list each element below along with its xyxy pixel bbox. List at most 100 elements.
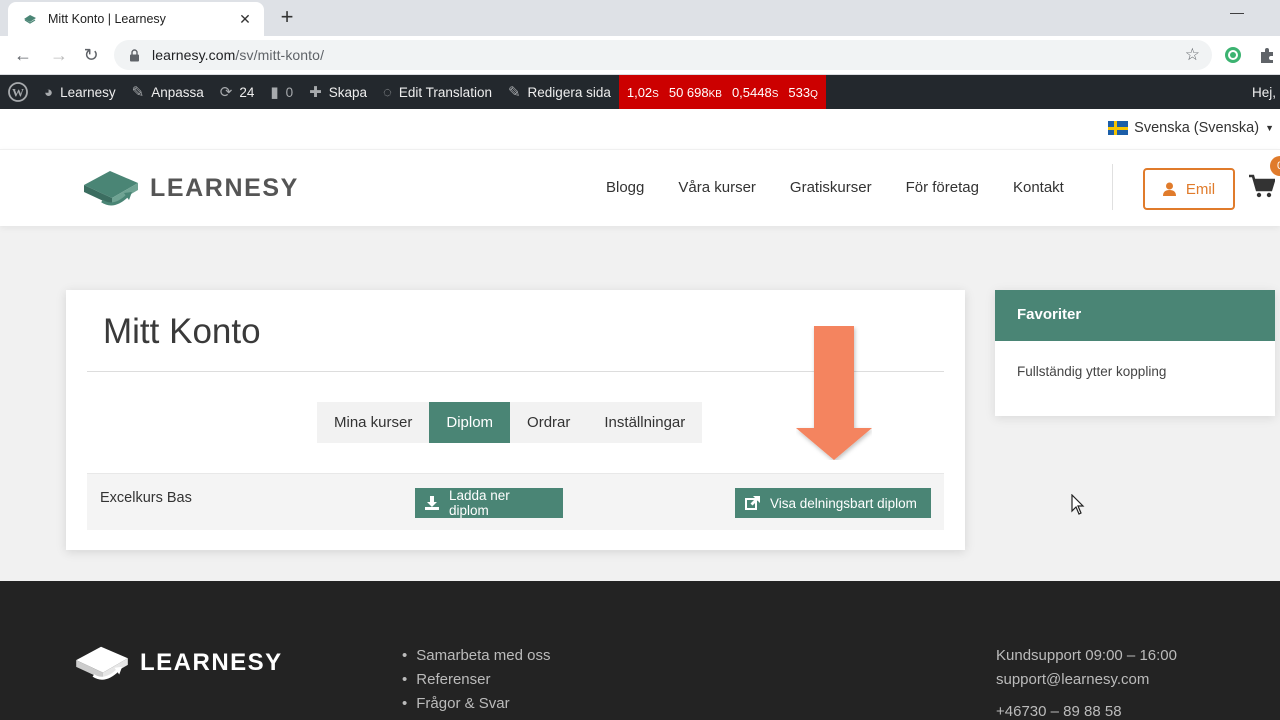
browser-toolbar: ← → ↻ learnesy.com/sv/mitt-konto/ ☆ [0,36,1280,75]
wordpress-logo-icon[interactable]: W [0,75,36,109]
ab-create[interactable]: ✚ Skapa [301,75,375,109]
tab-ordrar[interactable]: Ordrar [510,402,587,443]
download-diploma-button[interactable]: Ladda ner diplom [415,488,563,518]
annotation-arrow-down-icon [796,326,872,460]
user-account-button[interactable]: Emil [1143,168,1235,210]
updates-icon: ⟳ [219,84,233,101]
close-tab-icon[interactable]: ✕ [236,11,254,28]
ab-greeting[interactable]: Hej, [1252,75,1276,109]
cart-icon[interactable] [1249,174,1275,198]
footer-links: Samarbeta med oss Referenser Frågor & Sv… [402,644,551,716]
qm-queries-unit: Q [810,88,818,100]
qm-memory-value: 50 698 [668,84,709,100]
footer-link[interactable]: Frågor & Svar [402,692,551,716]
footer-contact: Kundsupport 09:00 – 16:00 support@learne… [996,644,1177,720]
comment-icon: ▮ [270,84,279,101]
account-tabs: Mina kurser Diplom Ordrar Inställningar [317,402,703,443]
qm-time: 1,02S [627,85,659,100]
page-title: Mitt Konto [103,312,261,351]
download-diploma-label: Ladda ner diplom [448,488,510,518]
ab-site[interactable]: ◕ Learnesy [36,75,124,109]
url-path: /sv/mitt-konto/ [235,47,325,63]
tab-installningar[interactable]: Inställningar [587,402,702,443]
ab-edit-translation-label: Edit Translation [398,84,492,100]
url-text: learnesy.com/sv/mitt-konto/ [152,47,324,63]
language-bar: Svenska (Svenska) ▼ [0,109,1280,149]
forward-icon[interactable]: → [48,44,70,66]
qm-queries-value: 533 [788,84,811,100]
translate-icon: ◌ [382,83,392,101]
nav-divider [1112,164,1113,210]
ab-comments[interactable]: ▮ 0 [262,75,301,109]
nav-gratiskurser[interactable]: Gratiskurser [790,179,872,196]
book-logo-icon [76,646,128,680]
swedish-flag-icon [1108,121,1129,135]
footer-link[interactable]: Referenser [402,668,551,692]
learnesy-favicon-icon [22,11,38,27]
site-footer: LEARNESY Samarbeta med oss Referenser Fr… [0,581,1280,720]
back-icon[interactable]: ← [12,44,34,66]
plus-icon: ✚ [309,84,322,101]
ab-edit-translation[interactable]: ◌ Edit Translation [375,75,500,109]
qm-query-time-unit: S [771,88,779,100]
download-icon [425,496,439,510]
pencil-icon: ✎ [507,84,521,101]
nav-vara-kurser[interactable]: Våra kurser [678,179,756,196]
external-link-icon [745,496,760,510]
lock-icon [128,48,140,62]
wordpress-extension-icon[interactable] [1224,46,1242,64]
qm-query-time: 0,5448S [732,85,778,100]
footer-logo[interactable]: LEARNESY [72,641,283,685]
ab-edit-page-label: Redigera sida [527,84,611,100]
address-bar[interactable]: learnesy.com/sv/mitt-konto/ ☆ [114,40,1212,70]
browser-tab[interactable]: Mitt Konto | Learnesy ✕ [8,2,264,36]
reload-icon[interactable]: ↻ [80,44,102,66]
qm-queries: 533Q [788,85,817,100]
minimize-icon[interactable]: — [1230,4,1244,20]
new-tab-icon[interactable]: + [276,6,298,28]
share-diploma-button[interactable]: Visa delningsbart diplom [735,488,931,518]
bookmark-star-icon[interactable]: ☆ [1185,45,1200,65]
nav-kontakt[interactable]: Kontakt [1013,179,1064,196]
query-monitor-stats[interactable]: 1,02S 50 698KB 0,5448S 533Q [618,75,826,109]
support-phone[interactable]: +46730 – 89 88 58 [996,700,1177,720]
user-icon [1162,182,1176,196]
site-logo[interactable]: LEARNESY [80,165,299,211]
favorites-item[interactable]: Fullständig ytter koppling [995,341,1275,402]
logo-text: LEARNESY [150,173,299,202]
extensions-puzzle-icon[interactable] [1258,46,1276,64]
favorites-title: Favoriter [995,290,1275,341]
book-logo-icon [84,171,138,206]
nav-blogg[interactable]: Blogg [606,179,644,196]
ab-customize[interactable]: ✎ Anpassa [124,75,212,109]
ab-edit-page[interactable]: ✎ Redigera sida [500,75,619,109]
support-email[interactable]: support@learnesy.com [996,668,1177,692]
ab-updates[interactable]: ⟳ 24 [212,75,263,109]
qm-time-unit: S [652,88,659,100]
footer-logo-text: LEARNESY [140,649,283,676]
caret-down-icon: ▼ [1265,123,1274,133]
qm-time-value: 1,02 [626,84,653,100]
wp-admin-bar: W ◕ Learnesy ✎ Anpassa ⟳ 24 ▮ 0 ✚ Skapa ◌ Edit… [0,75,1280,109]
share-diploma-label: Visa delningsbart diplom [770,495,917,511]
main-nav: Blogg Våra kurser Gratiskurser För föret… [589,179,1081,196]
tab-mina-kurser[interactable]: Mina kurser [317,402,429,443]
ab-create-label: Skapa [328,84,367,100]
brush-icon: ✎ [131,84,145,101]
qm-memory-unit: KB [708,88,722,100]
nav-for-foretag[interactable]: För företag [906,179,979,196]
svg-text:W: W [12,86,24,100]
ab-site-label: Learnesy [60,84,116,100]
ab-customize-label: Anpassa [151,84,204,100]
mouse-cursor-icon [1071,494,1085,515]
tab-diplom[interactable]: Diplom [429,402,511,443]
ab-comments-count: 0 [285,84,294,100]
user-name: Emil [1185,180,1216,198]
language-switcher[interactable]: Svenska (Svenska) ▼ [1108,120,1274,136]
footer-link[interactable]: Samarbeta med oss [402,644,550,668]
favorites-widget: Favoriter Fullständig ytter koppling [995,290,1275,416]
ab-updates-count: 24 [239,84,255,100]
qm-query-time-value: 0,5448 [731,84,772,100]
dashboard-icon: ◕ [44,83,54,101]
qm-memory: 50 698KB [669,85,722,100]
